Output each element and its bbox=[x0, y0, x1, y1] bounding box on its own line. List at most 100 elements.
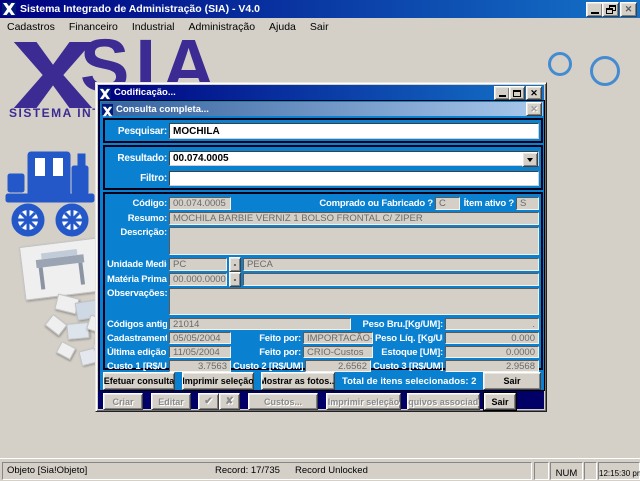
custo2-label: Custo 2 [R$/UM]: bbox=[233, 361, 303, 372]
criar-button[interactable]: Criar bbox=[103, 393, 143, 410]
app-icon bbox=[2, 2, 16, 16]
codigo-label: Código: bbox=[107, 198, 167, 209]
materia-prima-label: Matéria Prima: bbox=[107, 274, 167, 285]
codigos-antigos-label: Códigos antigos: bbox=[107, 319, 167, 330]
resumo-field: MOCHILA BARBIE VERNIZ 1 BOLSO FRONTAL C/… bbox=[169, 212, 539, 225]
pesquisar-input[interactable] bbox=[169, 123, 539, 139]
main-titlebar: Sistema Integrado de Administração (SIA)… bbox=[0, 0, 640, 18]
observacoes-label: Observações: bbox=[107, 288, 167, 299]
resultado-dropdown-button[interactable] bbox=[522, 152, 538, 167]
codificacao-titlebar: Codificação... ✕ bbox=[98, 85, 544, 100]
cadastramento-label: Cadastramento: bbox=[107, 333, 167, 344]
unidade-medida-field: PC bbox=[169, 258, 227, 271]
pesquisar-label: Pesquisar: bbox=[107, 126, 167, 137]
statusbar-clock-text: 12:15:30 pm bbox=[599, 469, 640, 478]
resultado-section: Resultado: 00.074.0005 Filtro: bbox=[103, 145, 543, 190]
decor-circle-2 bbox=[590, 56, 620, 86]
comprado-field: C bbox=[435, 197, 460, 210]
menu-cadastros[interactable]: Cadastros bbox=[2, 20, 60, 34]
resumo-label: Resumo: bbox=[107, 213, 167, 224]
cancel-x-icon-button[interactable]: ✘ bbox=[219, 393, 240, 410]
total-selecionados-text: Total de itens selecionados: 21 bbox=[342, 376, 476, 387]
codigos-antigos-field: 21014 bbox=[169, 318, 351, 330]
consulta-footer: Efetuar consulta Imprimir seleção Mostra… bbox=[103, 373, 541, 389]
materia-prima-desc-field bbox=[243, 273, 539, 286]
consulta-sair-button[interactable]: Sair bbox=[483, 372, 541, 390]
observacoes-field bbox=[169, 288, 539, 315]
feito-por-2-label: Feito por: bbox=[233, 347, 301, 358]
codificacao-minimize-button[interactable] bbox=[494, 86, 510, 100]
resultado-combobox[interactable]: 00.074.0005 bbox=[169, 151, 539, 166]
codificacao-title: Codificação... bbox=[114, 87, 176, 98]
custo1-field: 3.7563 bbox=[169, 360, 231, 372]
resultado-label: Resultado: bbox=[107, 153, 167, 164]
custos-button[interactable]: Custos... bbox=[248, 393, 318, 410]
descricao-label: Descrição: bbox=[107, 227, 167, 238]
menu-ajuda[interactable]: Ajuda bbox=[264, 20, 301, 34]
details-section: Código: 00.074.0005 Comprado ou Fabricad… bbox=[103, 192, 543, 370]
main-window-title: Sistema Integrado de Administração (SIA)… bbox=[20, 3, 260, 15]
pesquisar-section: Pesquisar: bbox=[103, 118, 543, 143]
feito-por-2-field: CRIO-Custos bbox=[303, 346, 373, 358]
confirm-check-icon-button[interactable]: ✔ bbox=[198, 393, 219, 410]
filtro-label: Filtro: bbox=[107, 173, 167, 184]
editar-button[interactable]: Editar bbox=[151, 393, 191, 410]
statusbar-lock-text: Record Unlocked bbox=[295, 465, 368, 476]
consulta-title: Consulta completa... bbox=[116, 104, 209, 115]
consulta-close-button[interactable]: ✕ bbox=[526, 102, 542, 116]
custo3-label: Custo 3 [R$/UM]: bbox=[373, 361, 443, 372]
efetuar-consulta-button[interactable]: Efetuar consulta bbox=[103, 372, 175, 390]
decor-circle-1 bbox=[548, 52, 572, 76]
close-button[interactable]: ✕ bbox=[620, 2, 637, 17]
codificacao-sair-button[interactable]: Sair bbox=[484, 393, 516, 410]
comprado-label: Comprado ou Fabricado ? bbox=[233, 198, 433, 209]
feito-por-1-field: IMPORTACÃO-VDF bbox=[303, 332, 373, 344]
estoque-field: 0.0000 bbox=[445, 346, 539, 358]
item-ativo-field: S bbox=[516, 197, 539, 210]
carriage-clipart bbox=[4, 146, 98, 251]
arquivos-associados-button[interactable]: Arquivos associados bbox=[407, 393, 480, 410]
unidade-medida-label: Unidade Medida: bbox=[107, 259, 167, 270]
materia-prima-field: 00.000.0000 bbox=[169, 273, 227, 286]
chevron-down-icon bbox=[527, 158, 533, 162]
statusbar-num-text: NUM bbox=[556, 468, 578, 479]
product-photo-card bbox=[56, 341, 76, 360]
codificacao-client: Consulta completa... ✕ Pesquisar: Result… bbox=[98, 100, 544, 409]
peso-liq-label: Peso Líq. [Kg/UM]: bbox=[375, 333, 443, 344]
consulta-icon bbox=[102, 104, 113, 115]
statusbar-object-text: Objeto [Sia!Objeto] bbox=[7, 465, 87, 476]
custo1-label: Custo 1 [R$/UM]: bbox=[107, 361, 167, 372]
statusbar-empty-panel-1 bbox=[534, 462, 549, 480]
consulta-dialog: Consulta completa... ✕ Pesquisar: Result… bbox=[99, 100, 545, 391]
ultima-edicao-label: Última edição: bbox=[107, 347, 167, 358]
unidade-medida-lookup-button[interactable]: - bbox=[229, 257, 241, 272]
custo3-field: 2.9568 bbox=[445, 360, 539, 372]
mostrar-fotos-button[interactable]: Mostrar as fotos... bbox=[261, 372, 335, 390]
item-ativo-label: Ítem ativo ? bbox=[462, 198, 514, 209]
materia-prima-lookup-button[interactable]: - bbox=[229, 272, 241, 287]
imprimir-selecao-button[interactable]: Imprimir seleção bbox=[182, 372, 254, 390]
ultima-edicao-field: 11/05/2004 bbox=[169, 346, 231, 358]
codificacao-button-row: Criar Editar ✔ ✘ Custos... Imprimir sele… bbox=[98, 393, 544, 410]
restore-button[interactable] bbox=[602, 2, 619, 17]
statusbar: Objeto [Sia!Objeto] Record: 17/735 Recor… bbox=[0, 458, 640, 480]
codificacao-maximize-button[interactable] bbox=[509, 86, 525, 100]
feito-por-1-label: Feito por: bbox=[233, 333, 301, 344]
resultado-value: 00.074.0005 bbox=[173, 153, 229, 164]
cadastramento-field: 05/05/2004 bbox=[169, 332, 231, 344]
peso-liq-field: 0.000 bbox=[445, 332, 539, 344]
consulta-titlebar: Consulta completa... ✕ bbox=[101, 102, 543, 116]
menu-sair[interactable]: Sair bbox=[305, 20, 334, 34]
filtro-input[interactable] bbox=[169, 171, 539, 186]
estoque-label: Estoque [UM]: bbox=[375, 347, 443, 358]
statusbar-empty-panel-2 bbox=[584, 462, 597, 480]
minimize-button[interactable] bbox=[586, 2, 603, 17]
imprimir-selecao-disabled-button[interactable]: Imprimir seleção bbox=[326, 393, 401, 410]
peso-bru-label: Peso Bru.[Kg/UM]: bbox=[353, 319, 443, 330]
codificacao-close-button[interactable]: ✕ bbox=[526, 86, 542, 100]
custo2-field: 2.6562 bbox=[305, 360, 371, 372]
product-photo-card bbox=[45, 314, 68, 336]
peso-bru-field: . bbox=[445, 318, 539, 330]
codificacao-icon bbox=[99, 87, 111, 99]
statusbar-num-panel: NUM bbox=[550, 462, 583, 480]
